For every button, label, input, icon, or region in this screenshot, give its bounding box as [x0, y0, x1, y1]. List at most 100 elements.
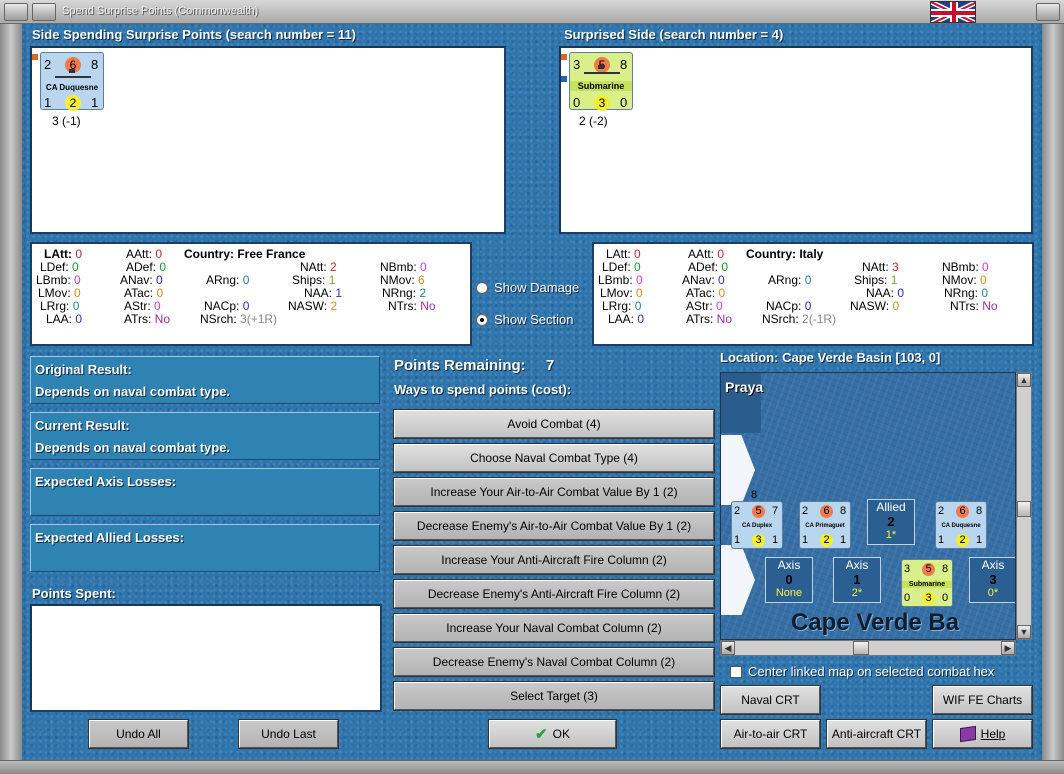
close-button[interactable]	[1036, 3, 1060, 21]
unit-counter-submarine[interactable]: 3 5 8 Submarine 0 3 0	[569, 52, 633, 111]
window-title: Spend Surprise Points (Commonwealth)	[62, 5, 259, 17]
option-decrease-enemy-anti-aircraft-button[interactable]: Decrease Enemy's Anti-Aircraft Fire Colu…	[393, 579, 715, 609]
allied-strength-box: Allied 2 1*	[867, 499, 915, 545]
unit-name: CA Duplex	[741, 523, 773, 529]
current-result-value: Depends on naval combat type.	[35, 440, 231, 455]
option-choose-naval-combat-type-button[interactable]: Choose Naval Combat Type (4)	[393, 443, 715, 473]
show-damage-radio[interactable]: Show Damage	[476, 280, 579, 295]
unit-stat: 3	[922, 592, 935, 605]
radio-dot[interactable]	[476, 281, 488, 294]
points-remaining: Points Remaining: 7	[394, 357, 554, 374]
checkbox-box[interactable]	[730, 665, 742, 678]
option-avoid-combat-button[interactable]: Avoid Combat (4)	[393, 409, 715, 439]
country-name: Free France	[237, 247, 306, 261]
naval-crt-button[interactable]: Naval CRT	[720, 685, 821, 715]
unit-stat: 3	[573, 57, 581, 72]
unit-stat: 2	[802, 505, 809, 517]
current-result-label: Current Result:	[35, 418, 130, 433]
unit-stat: 8	[91, 57, 99, 72]
show-section-radio[interactable]: Show Section	[476, 312, 574, 327]
points-spent-list[interactable]	[30, 604, 382, 712]
option-select-target-button[interactable]: Select Target (3)	[393, 681, 715, 711]
unit-stat: 1	[772, 534, 779, 546]
scroll-left-arrow-icon[interactable]: ◀	[721, 641, 735, 655]
axis-sub: 0*	[987, 587, 999, 599]
center-linked-map-label: Center linked map on selected combat hex	[748, 664, 995, 679]
option-increase-air-to-air-button[interactable]: Increase Your Air-to-Air Combat Value By…	[393, 477, 715, 507]
unit-stat: 3	[904, 563, 911, 575]
help-book-icon	[959, 725, 976, 743]
allied-title: Allied	[876, 500, 906, 514]
unit-stat: 8	[976, 505, 983, 517]
option-increase-naval-combat-button[interactable]: Increase Your Naval Combat Column (2)	[393, 613, 715, 643]
checkmark-icon: ✔	[535, 726, 548, 743]
unit-stat: 0	[620, 95, 628, 110]
unit-stat: 2	[938, 505, 945, 517]
wif-fe-charts-button[interactable]: WIF FE Charts	[932, 685, 1033, 715]
unit-stat: 1	[840, 534, 847, 546]
map-location-label: Location: Cape Verde Basin [103, 0]	[720, 350, 941, 365]
map-unit-submarine[interactable]: 3 5 8 Submarine 0 3 0	[901, 559, 953, 607]
right-frame	[1042, 24, 1064, 764]
anti-aircraft-crt-button[interactable]: Anti-aircraft CRT	[826, 719, 927, 749]
points-spent-label: Points Spent:	[32, 586, 116, 601]
bottom-frame	[0, 760, 1064, 774]
map-unit-ca-primaguet[interactable]: 2 6 8 CA Primaguet 1 2 1	[799, 501, 851, 549]
center-linked-map-checkbox[interactable]: Center linked map on selected combat hex	[730, 664, 994, 679]
scroll-down-arrow-icon[interactable]: ▼	[1017, 625, 1031, 639]
unit-stat: 1	[976, 534, 983, 546]
axis-value: 0	[785, 572, 793, 587]
axis-title: Axis	[981, 558, 1005, 572]
system-menu-button[interactable]	[4, 3, 28, 21]
unit-stat: 2	[956, 534, 969, 547]
option-increase-anti-aircraft-button[interactable]: Increase Your Anti-Aircraft Fire Column …	[393, 545, 715, 575]
scroll-thumb[interactable]	[1017, 501, 1031, 517]
sea-area-label: Cape Verde Ba	[791, 609, 960, 636]
map-unit-ca-duplex[interactable]: 2 5 7 CA Duplex 1 3 1	[731, 501, 783, 549]
expected-allied-losses-box: Expected Allied Losses:	[30, 524, 380, 572]
scroll-thumb[interactable]	[853, 641, 869, 655]
expected-axis-losses-box: Expected Axis Losses:	[30, 468, 380, 516]
map-vertical-scrollbar[interactable]: ▲ ▼	[1016, 372, 1032, 640]
restore-button[interactable]	[32, 3, 56, 21]
unit-stat: 0	[942, 592, 949, 604]
unit-stat: 1	[44, 95, 52, 110]
option-decrease-enemy-naval-combat-button[interactable]: Decrease Enemy's Naval Combat Column (2)	[393, 647, 715, 677]
map-horizontal-scrollbar[interactable]: ◀ ▶	[720, 640, 1016, 656]
ways-to-spend-label: Ways to spend points (cost):	[394, 382, 572, 397]
unit-name: CA Primaguet	[805, 523, 845, 529]
scroll-up-arrow-icon[interactable]: ▲	[1017, 373, 1031, 387]
uk-flag-icon	[930, 1, 976, 23]
help-button[interactable]: Help	[932, 719, 1033, 749]
unit-stat: 8	[620, 57, 628, 72]
unit-stat: 1	[802, 534, 809, 546]
allied-sub: 1*	[885, 529, 897, 541]
unit-stat: 6	[956, 505, 969, 518]
allied-value: 2	[887, 514, 895, 529]
option-decrease-enemy-air-to-air-button[interactable]: Decrease Enemy's Air-to-Air Combat Value…	[393, 511, 715, 541]
allied-losses-label: Expected Allied Losses:	[35, 530, 185, 545]
map-unit-ca-duquesne[interactable]: 2 6 8 CA Duquesne 1 2 1	[935, 501, 987, 549]
ship-icon	[55, 69, 91, 78]
unit-counter-ca-duquesne[interactable]: 2 6 8 CA Duquesne 1 2 1	[40, 52, 104, 111]
surprised-units-panel: 3 5 8 Submarine 0 3 0 2 (-2)	[559, 46, 1033, 234]
undo-all-button[interactable]: Undo All	[88, 719, 189, 749]
undo-last-button[interactable]: Undo Last	[238, 719, 339, 749]
current-result-box: Current Result: Depends on naval combat …	[30, 412, 380, 460]
show-section-label: Show Section	[494, 312, 574, 327]
radio-dot-selected[interactable]	[476, 313, 488, 326]
nation-marker-icon	[561, 76, 567, 82]
title-bar: Spend Surprise Points (Commonwealth)	[0, 0, 1064, 24]
scroll-right-arrow-icon[interactable]: ▶	[1001, 641, 1015, 655]
spending-side-header: Side Spending Surprise Points (search nu…	[32, 27, 357, 42]
spending-units-panel: 2 6 8 CA Duquesne 1 2 1 3 (-1)	[30, 46, 506, 234]
air-to-air-crt-button[interactable]: Air-to-air CRT	[720, 719, 821, 749]
linked-map[interactable]: Praya Cape Verde Ba 2 5 7 CA Duplex 1 3 …	[720, 372, 1016, 640]
unit-name: Submarine	[570, 81, 632, 91]
ok-button[interactable]: ✔ OK	[488, 719, 617, 749]
original-result-value: Depends on naval combat type.	[35, 384, 231, 399]
unit-stat: 3	[594, 95, 610, 111]
left-frame	[0, 24, 22, 764]
nation-marker-icon	[32, 54, 38, 60]
unit-stat: 2	[820, 534, 833, 547]
